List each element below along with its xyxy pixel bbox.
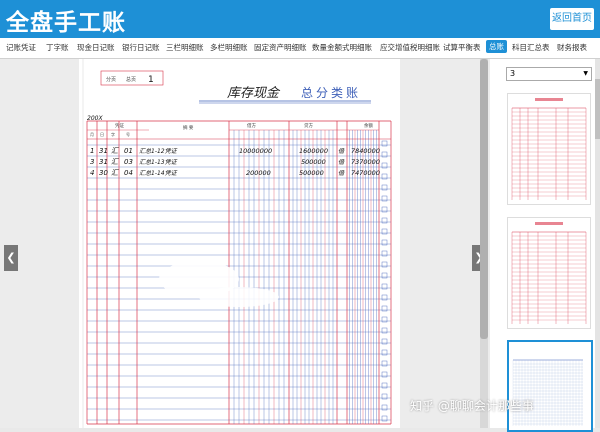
tab-t-account[interactable]: 丁字账 [46, 42, 69, 53]
day-header: 日 [100, 132, 104, 137]
tab-account-summary[interactable]: 科目汇总表 [512, 42, 550, 53]
row1-month: 1 [90, 147, 94, 155]
row2-no: 03 [124, 158, 133, 166]
thumbnail-page-1[interactable] [507, 93, 591, 205]
row2-month: 3 [90, 158, 94, 166]
sidebar-scrollbar-thumb[interactable] [595, 79, 600, 139]
thumbnail-3-grid [512, 359, 583, 426]
tab-financial-statements[interactable]: 财务报表 [557, 42, 587, 53]
no-header: 号 [126, 131, 130, 137]
row1-credit: 1600000 [299, 147, 328, 155]
page-select-value: 3 [510, 69, 516, 78]
app-title: 全盘手工账 [6, 10, 126, 36]
tab-three-column[interactable]: 三栏明细账 [166, 42, 204, 53]
ledger-page: 分页 总页 1 库存现金 总分类账 200X 凭证 摘 要 借方 贷方 余额 月… [79, 59, 400, 428]
balance-header: 余额 [364, 122, 373, 129]
row3-debit: 200000 [246, 169, 271, 177]
thumbnail-2-grid [511, 222, 587, 324]
tab-vat[interactable]: 应交增值税明细账 [380, 42, 440, 53]
month-header: 月 [90, 132, 94, 137]
page-select[interactable]: 3 ▼ [506, 67, 592, 81]
thumbnail-page-2[interactable] [507, 217, 591, 329]
ledger-title: 总分类账 [301, 86, 361, 100]
row3-no: 04 [124, 169, 133, 177]
tab-multi-column[interactable]: 多栏明细账 [210, 42, 248, 53]
watermark: 知乎 @聊聊会计那些事 [410, 399, 534, 413]
row3-summary: 汇总1-14凭证 [139, 169, 178, 177]
page-number: 1 [148, 75, 154, 85]
page-no-label: 总页 [126, 76, 136, 83]
thumbnail-1-grid [511, 98, 587, 200]
debit-header: 借方 [247, 122, 256, 129]
row2-balance: 7370000 [351, 158, 380, 166]
tab-general-ledger[interactable]: 总账 [486, 40, 507, 53]
ledger-sheet: 分页 总页 1 库存现金 总分类账 200X 凭证 摘 要 借方 贷方 余额 月… [82, 59, 392, 428]
viewer-scrollbar-thumb[interactable] [480, 59, 488, 339]
row1-type: 汇 [111, 147, 119, 155]
row2-credit: 500000 [301, 158, 326, 166]
chevron-down-icon: ▼ [583, 70, 588, 77]
tab-bar: 记账凭证 丁字账 现金日记账 银行日记账 三栏明细账 多栏明细账 固定资产明细账… [0, 38, 600, 59]
summary-header: 摘 要 [183, 124, 194, 131]
tab-quantity-amount[interactable]: 数量金额式明细账 [312, 42, 372, 53]
tab-trial-balance[interactable]: 试算平衡表 [443, 42, 481, 53]
row3-day: 30 [99, 169, 108, 177]
row3-dc: 借 [338, 169, 345, 177]
voucher-header: 凭证 [115, 122, 124, 129]
row3-month: 4 [90, 169, 94, 177]
tab-cash-journal[interactable]: 现金日记账 [77, 42, 115, 53]
row1-dc: 借 [338, 147, 345, 155]
sidebar-scrollbar[interactable] [595, 59, 600, 428]
account-name: 库存现金 [227, 85, 281, 101]
app-header: 全盘手工账 返回首页 [0, 0, 600, 38]
row1-no: 01 [124, 147, 133, 155]
row2-type: 汇 [111, 158, 119, 166]
ledger-grid [86, 120, 392, 425]
prev-page-arrow-icon[interactable]: ❮ [4, 245, 18, 271]
row2-day: 31 [99, 158, 108, 166]
row3-credit: 500000 [299, 169, 324, 177]
row1-balance: 7840000 [351, 147, 380, 155]
row3-type: 汇 [111, 169, 119, 177]
thumbnail-page-3[interactable] [507, 340, 593, 432]
tab-fixed-assets[interactable]: 固定资产明细账 [254, 42, 307, 53]
credit-header: 贷方 [304, 122, 313, 129]
row1-day: 31 [99, 147, 108, 155]
home-button[interactable]: 返回首页 [550, 8, 594, 30]
row1-summary: 汇总1-12凭证 [139, 147, 178, 155]
row2-dc: 借 [338, 158, 345, 166]
type-header: 字 [111, 131, 115, 137]
viewer-scrollbar[interactable] [480, 59, 488, 428]
row1-debit: 10000000 [239, 147, 272, 155]
tab-bank-journal[interactable]: 银行日记账 [122, 42, 160, 53]
page-label: 分页 [106, 76, 116, 83]
row3-balance: 7470000 [351, 169, 380, 177]
tab-voucher[interactable]: 记账凭证 [6, 42, 36, 53]
row2-summary: 汇总1-13凭证 [139, 158, 178, 166]
